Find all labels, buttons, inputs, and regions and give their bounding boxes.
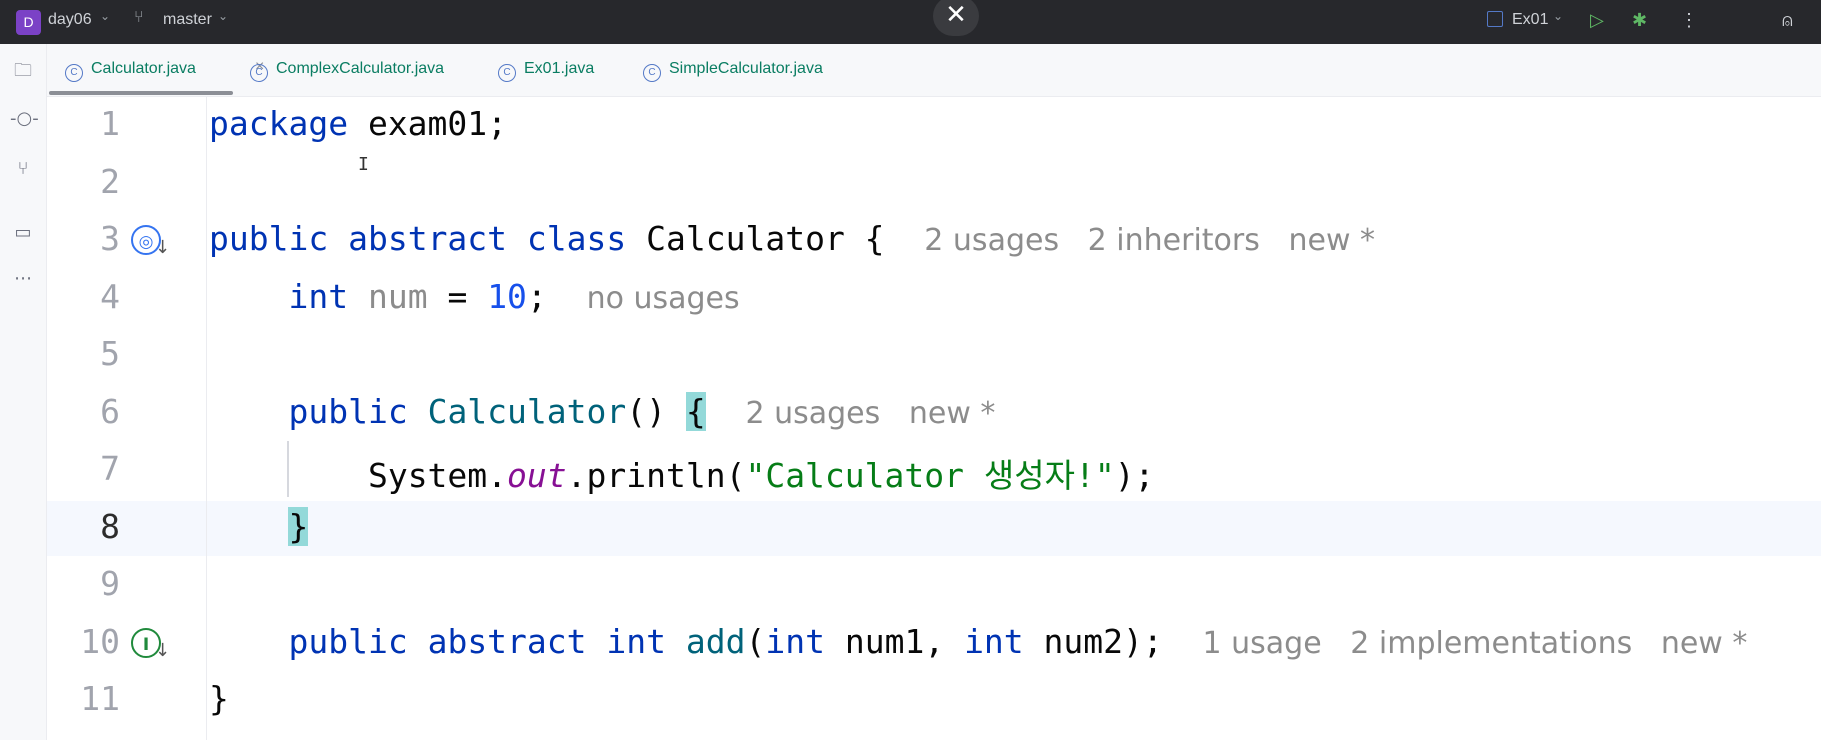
line-number-current: 8 bbox=[100, 507, 120, 546]
line-number: 7 bbox=[100, 449, 120, 488]
line-number: 5 bbox=[100, 334, 120, 373]
git-branch-icon: ⑂ bbox=[134, 9, 144, 26]
more-horiz-icon[interactable]: ⋯ bbox=[10, 266, 36, 292]
close-icon[interactable]: ✕ bbox=[933, 0, 979, 36]
code-line-4: int num = 10; no usages bbox=[288, 277, 740, 316]
project-badge[interactable]: D bbox=[16, 10, 41, 35]
code-line-1: package exam01; bbox=[209, 104, 508, 143]
commit-icon[interactable]: -○- bbox=[10, 106, 39, 132]
tab-calculator[interactable]: C Calculator.java bbox=[65, 60, 196, 82]
current-line-highlight bbox=[47, 501, 1821, 556]
pull-request-icon[interactable]: ⑂ bbox=[10, 156, 36, 182]
more-vert-icon[interactable]: ⋮ bbox=[1680, 10, 1698, 31]
project-name[interactable]: day06 bbox=[48, 11, 92, 29]
structure-icon[interactable]: ▭ bbox=[10, 220, 36, 246]
line-number: 1 bbox=[100, 104, 120, 143]
gutter-divider bbox=[206, 97, 207, 740]
text-cursor-icon: I bbox=[358, 154, 369, 175]
code-line-7: System.out.println("Calculator 생성자!"); bbox=[367, 456, 1155, 495]
class-icon: C bbox=[498, 64, 516, 82]
branch-name[interactable]: master bbox=[163, 11, 212, 29]
chevron-down-icon[interactable]: ⌄ bbox=[1553, 9, 1563, 23]
tab-simple-calculator[interactable]: C SimpleCalculator.java bbox=[643, 60, 823, 82]
code-line-10: public abstract int add(int num1, int nu… bbox=[288, 622, 1748, 661]
line-number: 9 bbox=[100, 564, 120, 603]
title-bar: D day06 ⌄ ⑂ master ⌄ ✕ Ex01 ⌄ ▷ ✱ ⋮ ⍝ bbox=[0, 0, 1821, 44]
code-line-3: public abstract class Calculator { 2 usa… bbox=[209, 219, 1376, 258]
add-user-icon[interactable]: ⍝ bbox=[1782, 10, 1793, 31]
tool-window-bar: 🗀 -○- ⑂ ▭ ⋯ bbox=[0, 44, 47, 740]
inlay-hint[interactable]: no usages bbox=[587, 281, 740, 316]
line-number: 4 bbox=[100, 277, 120, 316]
brace-match: { bbox=[685, 392, 706, 431]
class-icon: C bbox=[250, 64, 268, 82]
bug-icon[interactable]: ✱ bbox=[1632, 10, 1647, 31]
code-line-11: } bbox=[209, 679, 229, 718]
line-number: 6 bbox=[100, 392, 120, 431]
code-line-8: } bbox=[209, 507, 309, 546]
line-number: 2 bbox=[100, 162, 120, 201]
folder-icon[interactable]: 🗀 bbox=[10, 58, 36, 84]
arrow-down-icon: ↓ bbox=[155, 237, 171, 258]
inlay-hint[interactable]: 2 usages 2 inheritors new * bbox=[924, 223, 1375, 258]
brace-match: } bbox=[288, 507, 309, 546]
run-config[interactable]: Ex01 bbox=[1512, 11, 1548, 29]
line-number: 3 bbox=[100, 219, 120, 258]
config-icon bbox=[1487, 11, 1503, 27]
arrow-down-icon: ↓ bbox=[155, 640, 171, 661]
code-line-6: public Calculator() { 2 usages new * bbox=[288, 392, 996, 431]
line-number: 10 bbox=[80, 622, 120, 661]
tab-ex01[interactable]: C Ex01.java bbox=[498, 60, 594, 82]
inlay-hint[interactable]: 1 usage 2 implementations new * bbox=[1203, 626, 1748, 661]
class-icon: C bbox=[643, 64, 661, 82]
editor-tabs: C Calculator.java × C ComplexCalculator.ja… bbox=[47, 44, 1821, 97]
line-number: 11 bbox=[80, 679, 120, 718]
chevron-down-icon[interactable]: ⌄ bbox=[218, 9, 228, 23]
tab-complex-calculator[interactable]: C ComplexCalculator.java bbox=[250, 60, 444, 82]
class-icon: C bbox=[65, 64, 83, 82]
chevron-down-icon[interactable]: ⌄ bbox=[100, 9, 110, 23]
inlay-hint[interactable]: 2 usages new * bbox=[745, 396, 995, 431]
active-tab-indicator bbox=[49, 91, 233, 95]
run-icon[interactable]: ▷ bbox=[1590, 10, 1604, 31]
